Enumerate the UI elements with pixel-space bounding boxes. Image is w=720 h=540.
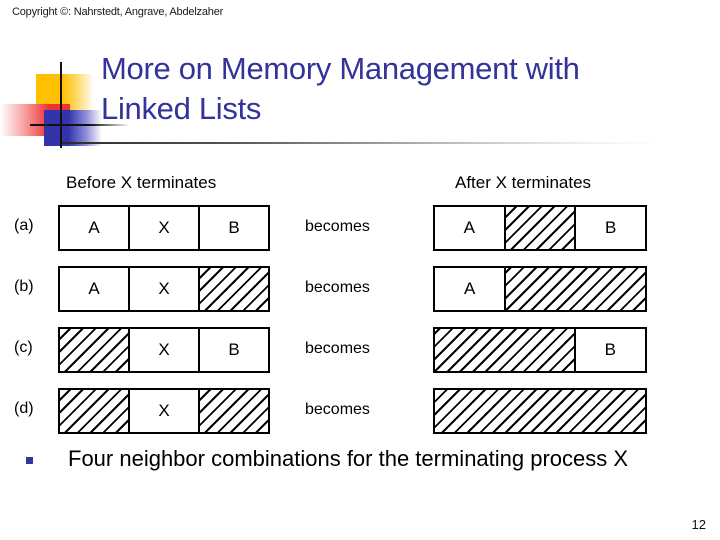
bullet-text: Four neighbor combinations for the termi… (68, 446, 629, 471)
memory-cell-process: A (60, 207, 130, 249)
diagram-row: (a) A X Bbecomes A B (0, 205, 720, 251)
diagram-row: (b) A Xbecomes A (0, 266, 720, 312)
memory-cell-process: X (130, 390, 200, 432)
memory-cell-free (60, 329, 130, 371)
memory-blocks-left: AX B (58, 205, 270, 251)
transition-label: becomes (305, 340, 370, 357)
diagram-row: (c) X Bbecomes B (0, 327, 720, 373)
memory-blocks-right: A (433, 266, 647, 312)
bullet-square-icon (26, 457, 33, 464)
memory-blocks-right: B (433, 327, 647, 373)
memory-cell-process: A (435, 207, 506, 249)
memory-blocks-right: AB (433, 205, 647, 251)
memory-cell-free (60, 390, 130, 432)
memory-cell-free (506, 268, 645, 310)
memory-cell-free (200, 390, 268, 432)
page-number: 12 (691, 517, 706, 532)
transition-label: becomes (305, 218, 370, 235)
memory-cell-process: X (130, 207, 200, 249)
memory-cell-free (505, 207, 577, 249)
memory-cell-free (435, 329, 576, 371)
memory-cell-process: B (605, 218, 617, 237)
memory-cell-process: B (604, 340, 616, 359)
column-header-after: After X terminates (455, 173, 592, 192)
row-label: (a) (14, 217, 34, 234)
diagram-row: (d) Xbecomes (0, 388, 720, 434)
memory-blocks-left: AX (58, 266, 270, 312)
memory-blocks-left: X (58, 388, 270, 434)
memory-blocks-right (433, 388, 647, 434)
memory-cell-process: B (228, 340, 240, 359)
memory-cell-process: X (130, 329, 200, 371)
memory-cell-free (200, 268, 268, 310)
transition-label: becomes (305, 401, 370, 418)
row-label: (d) (14, 400, 34, 417)
transition-label: becomes (305, 279, 370, 296)
memory-cell-free (435, 390, 645, 432)
memory-blocks-left: XB (58, 327, 270, 373)
memory-cell-process: A (435, 268, 507, 310)
column-header-before: Before X terminates (66, 173, 217, 192)
memory-cell-process: X (130, 268, 200, 310)
row-label: (b) (14, 278, 34, 295)
memory-cell-process: A (60, 268, 130, 310)
memory-cell-process: B (228, 218, 240, 237)
row-label: (c) (14, 339, 33, 356)
